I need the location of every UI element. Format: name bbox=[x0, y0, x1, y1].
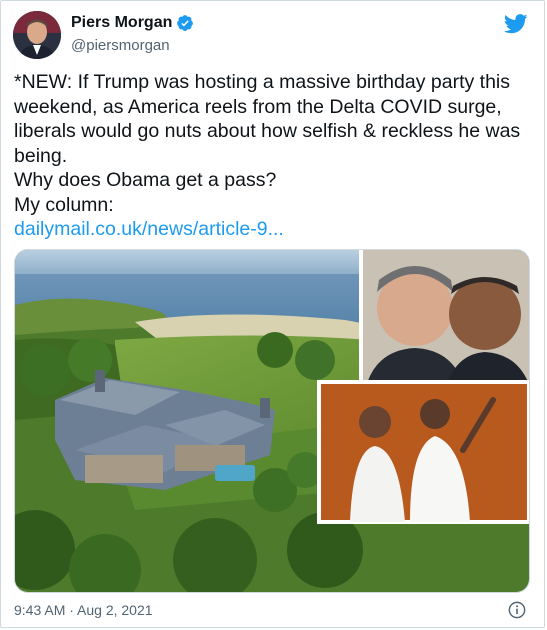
author-avatar[interactable] bbox=[13, 11, 61, 59]
verified-badge-icon bbox=[177, 15, 194, 31]
tweet-media-image[interactable] bbox=[14, 249, 530, 593]
info-icon[interactable] bbox=[508, 601, 526, 619]
media-photo bbox=[15, 250, 529, 592]
avatar-image bbox=[13, 11, 61, 59]
tweet-card: Piers Morgan @piersmorgan *NEW: If Trump… bbox=[0, 0, 545, 628]
tweet-text: *NEW: If Trump was hosting a massive bir… bbox=[14, 71, 521, 216]
tweet-link[interactable]: dailymail.co.uk/news/article-9... bbox=[14, 217, 534, 242]
author-handle[interactable]: @piersmorgan bbox=[71, 37, 170, 54]
twitter-bird-icon[interactable] bbox=[504, 13, 528, 35]
author-name[interactable]: Piers Morgan bbox=[71, 14, 172, 32]
author-name-row: Piers Morgan bbox=[71, 14, 194, 32]
tweet-body: *NEW: If Trump was hosting a massive bir… bbox=[14, 70, 534, 242]
tweet-timestamp[interactable]: 9:43 AM · Aug 2, 2021 bbox=[14, 602, 153, 618]
